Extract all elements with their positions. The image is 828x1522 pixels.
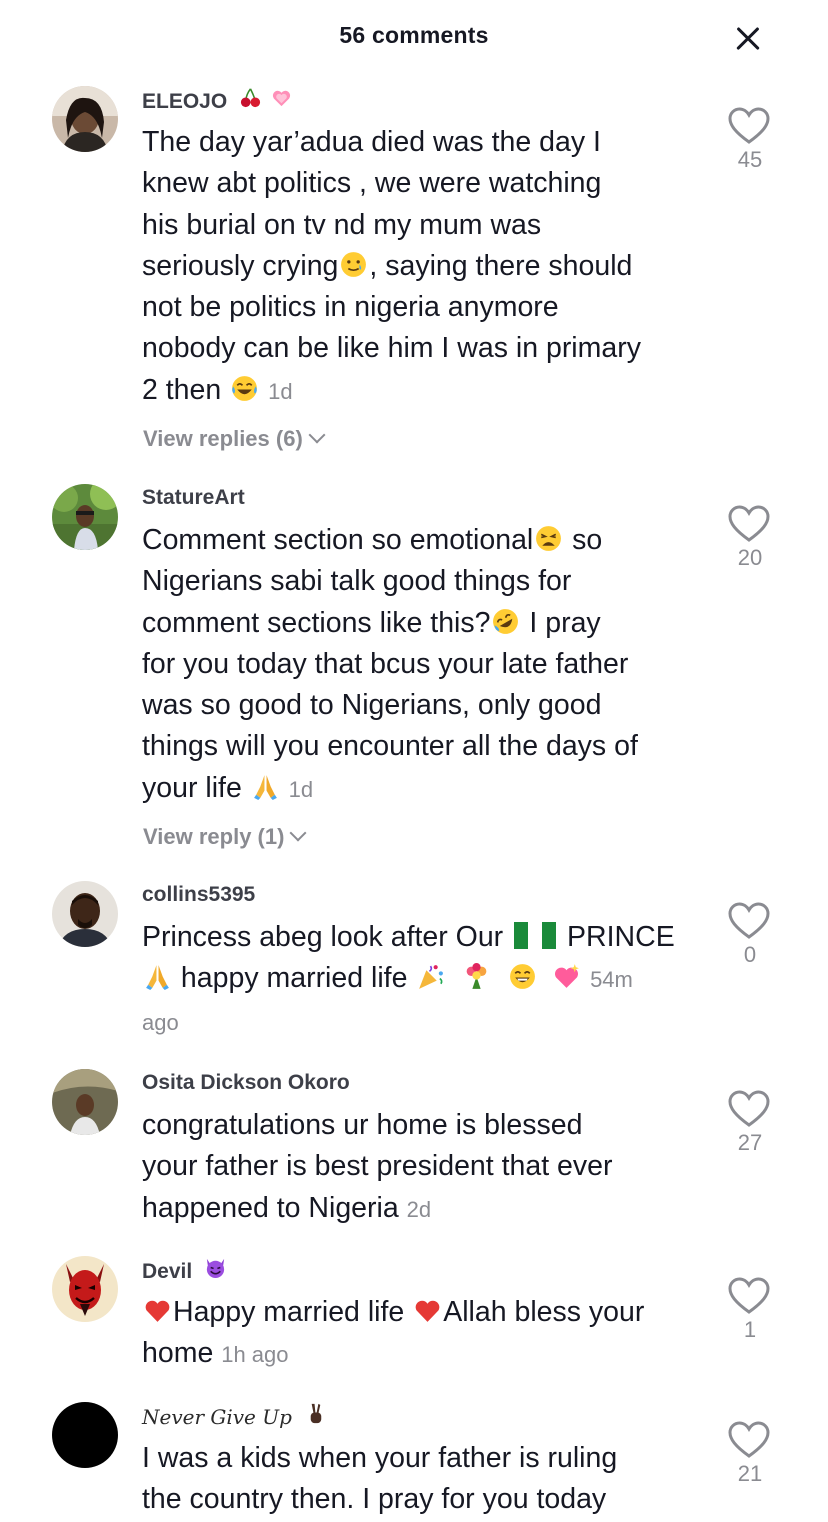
comments-header: 56 comments <box>0 0 828 72</box>
comment-username[interactable]: StatureArt <box>142 484 245 512</box>
folded-hands-emoji-icon <box>146 965 169 991</box>
avatar[interactable] <box>52 881 118 947</box>
like-button[interactable]: 21 <box>727 1420 773 1487</box>
smiling-devil-emoji-icon <box>206 1258 225 1279</box>
smiling-with-tear-emoji-icon <box>341 251 367 277</box>
heart-outline-icon <box>728 107 770 144</box>
red-heart-emoji-icon <box>145 1300 170 1322</box>
chevron-down-icon <box>289 824 307 842</box>
comment-timestamp: 2d <box>406 1196 432 1222</box>
weary-face-emoji-icon <box>536 526 562 551</box>
comment-username[interactable]: Osita Dickson Okoro <box>142 1069 350 1097</box>
comment-timestamp: 54m <box>590 967 633 993</box>
revolving-hearts-emoji-icon <box>272 90 291 107</box>
heart-outline-icon <box>728 902 770 939</box>
like-count: 1 <box>743 1317 757 1342</box>
grinning-face-emoji-icon <box>510 964 536 990</box>
like-button[interactable]: 27 <box>727 1089 773 1156</box>
heart-outline-icon <box>728 1421 770 1458</box>
view-replies-button[interactable]: View replies (6) <box>143 426 326 452</box>
victory-hand-emoji-icon <box>310 1403 322 1424</box>
heart-outline-icon <box>728 505 770 542</box>
like-count: 20 <box>737 545 763 570</box>
like-count: 27 <box>737 1130 763 1155</box>
folded-hands-emoji-icon <box>253 774 277 800</box>
avatar[interactable] <box>52 86 118 152</box>
comment-text: Happy married life Allah bless your home… <box>142 1296 645 1370</box>
close-icon[interactable] <box>730 20 768 58</box>
bouquet-emoji-icon <box>466 963 487 990</box>
like-count: 0 <box>743 942 757 967</box>
party-popper-emoji-icon <box>419 965 444 990</box>
nigeria-flag-icon <box>514 922 557 949</box>
comment-username[interactable]: collins5395 <box>142 881 255 909</box>
sparkling-heart-emoji-icon <box>555 964 580 989</box>
comment-timestamp: 1d <box>268 378 293 404</box>
rolling-laughing-emoji-icon <box>493 608 519 634</box>
like-button[interactable]: 0 <box>727 901 773 968</box>
comment-text: I was a kids when your father is ruling … <box>142 1442 618 1516</box>
like-count: 45 <box>737 147 763 172</box>
comment-count-title: 56 comments <box>339 22 489 48</box>
comment-timestamp: 1h ago <box>221 1342 289 1368</box>
comment-timestamp: 1d <box>288 776 314 802</box>
comment-text: Princess abeg look after Our PRINCE happ… <box>142 921 675 1035</box>
tears-of-joy-emoji-icon <box>232 375 258 401</box>
avatar[interactable] <box>52 484 118 550</box>
cherries-emoji-icon <box>240 88 261 108</box>
red-heart-emoji-icon <box>415 1300 440 1322</box>
comment-text: The day yar’adua died was the day I knew… <box>142 126 641 406</box>
avatar[interactable] <box>52 1069 118 1135</box>
heart-outline-icon <box>728 1277 770 1314</box>
comment-username[interactable]: ELEOJO <box>142 86 294 116</box>
like-button[interactable]: 45 <box>727 106 773 173</box>
like-button[interactable]: 1 <box>727 1276 773 1343</box>
comment-text: congratulations ur home is blessed your … <box>142 1109 613 1224</box>
chevron-down-icon <box>308 426 326 444</box>
comment-text: Comment section so emotional so Nigerian… <box>142 524 638 804</box>
comment-username[interactable]: Never Give Up <box>142 1402 328 1431</box>
comment-username[interactable]: Devil <box>142 1256 228 1286</box>
like-count: 21 <box>737 1461 763 1486</box>
comment-timestamp: ago <box>142 1009 179 1035</box>
view-replies-button[interactable]: View reply (1) <box>143 824 307 850</box>
avatar[interactable] <box>52 1256 118 1322</box>
heart-outline-icon <box>728 1090 770 1127</box>
avatar[interactable] <box>52 1402 118 1468</box>
like-button[interactable]: 20 <box>727 504 773 571</box>
